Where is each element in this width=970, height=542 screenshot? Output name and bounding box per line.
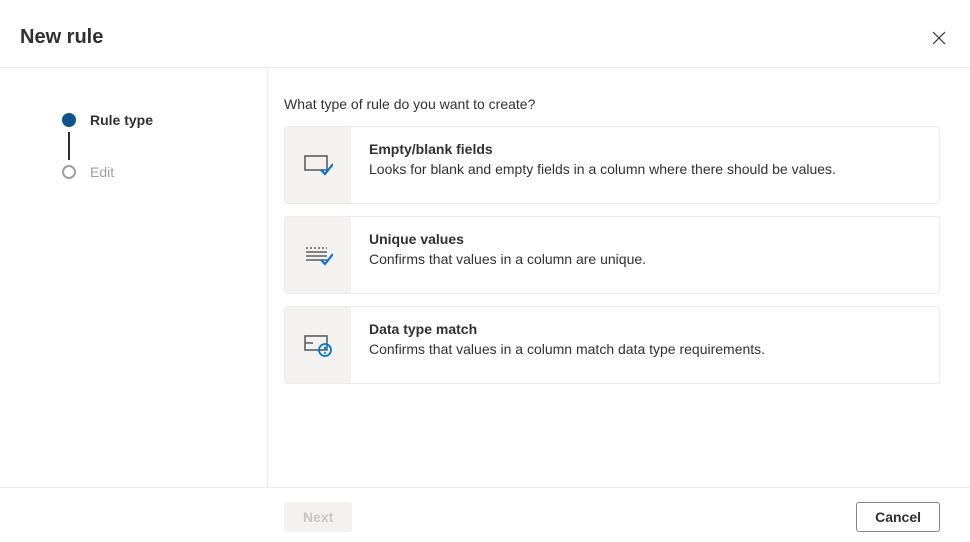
next-button: Next — [284, 502, 352, 532]
cancel-button[interactable]: Cancel — [856, 502, 940, 532]
step-dot-inactive-icon — [62, 165, 76, 179]
card-body: Unique values Confirms that values in a … — [351, 217, 664, 293]
question-text: What type of rule do you want to create? — [284, 96, 940, 112]
step-connector — [68, 132, 70, 160]
step-label: Rule type — [90, 112, 153, 128]
card-description: Confirms that values in a column match d… — [369, 341, 765, 357]
close-button[interactable] — [928, 27, 950, 49]
card-body: Data type match Confirms that values in … — [351, 307, 783, 383]
stepper-sidebar: Rule type Edit — [0, 68, 268, 487]
card-title: Empty/blank fields — [369, 141, 836, 157]
dialog-body: Rule type Edit What type of rule do you … — [0, 68, 970, 487]
content-pane: What type of rule do you want to create?… — [268, 68, 970, 487]
step-label: Edit — [90, 164, 114, 180]
close-icon — [932, 33, 946, 48]
list-check-icon — [285, 217, 351, 293]
card-body: Empty/blank fields Looks for blank and e… — [351, 127, 854, 203]
dialog-footer: Next Cancel — [0, 487, 970, 542]
type-alert-icon — [285, 307, 351, 383]
card-title: Unique values — [369, 231, 646, 247]
option-data-type-match[interactable]: Data type match Confirms that values in … — [284, 306, 940, 384]
card-title: Data type match — [369, 321, 765, 337]
option-unique-values[interactable]: Unique values Confirms that values in a … — [284, 216, 940, 294]
card-description: Confirms that values in a column are uni… — [369, 251, 646, 267]
card-description: Looks for blank and empty fields in a co… — [369, 161, 836, 177]
option-empty-blank-fields[interactable]: Empty/blank fields Looks for blank and e… — [284, 126, 940, 204]
step-dot-active-icon — [62, 113, 76, 127]
step-edit[interactable]: Edit — [62, 160, 247, 184]
stepper: Rule type Edit — [62, 108, 247, 184]
field-check-icon — [285, 127, 351, 203]
step-rule-type[interactable]: Rule type — [62, 108, 247, 132]
page-title: New rule — [20, 26, 103, 49]
dialog-header: New rule — [0, 0, 970, 68]
